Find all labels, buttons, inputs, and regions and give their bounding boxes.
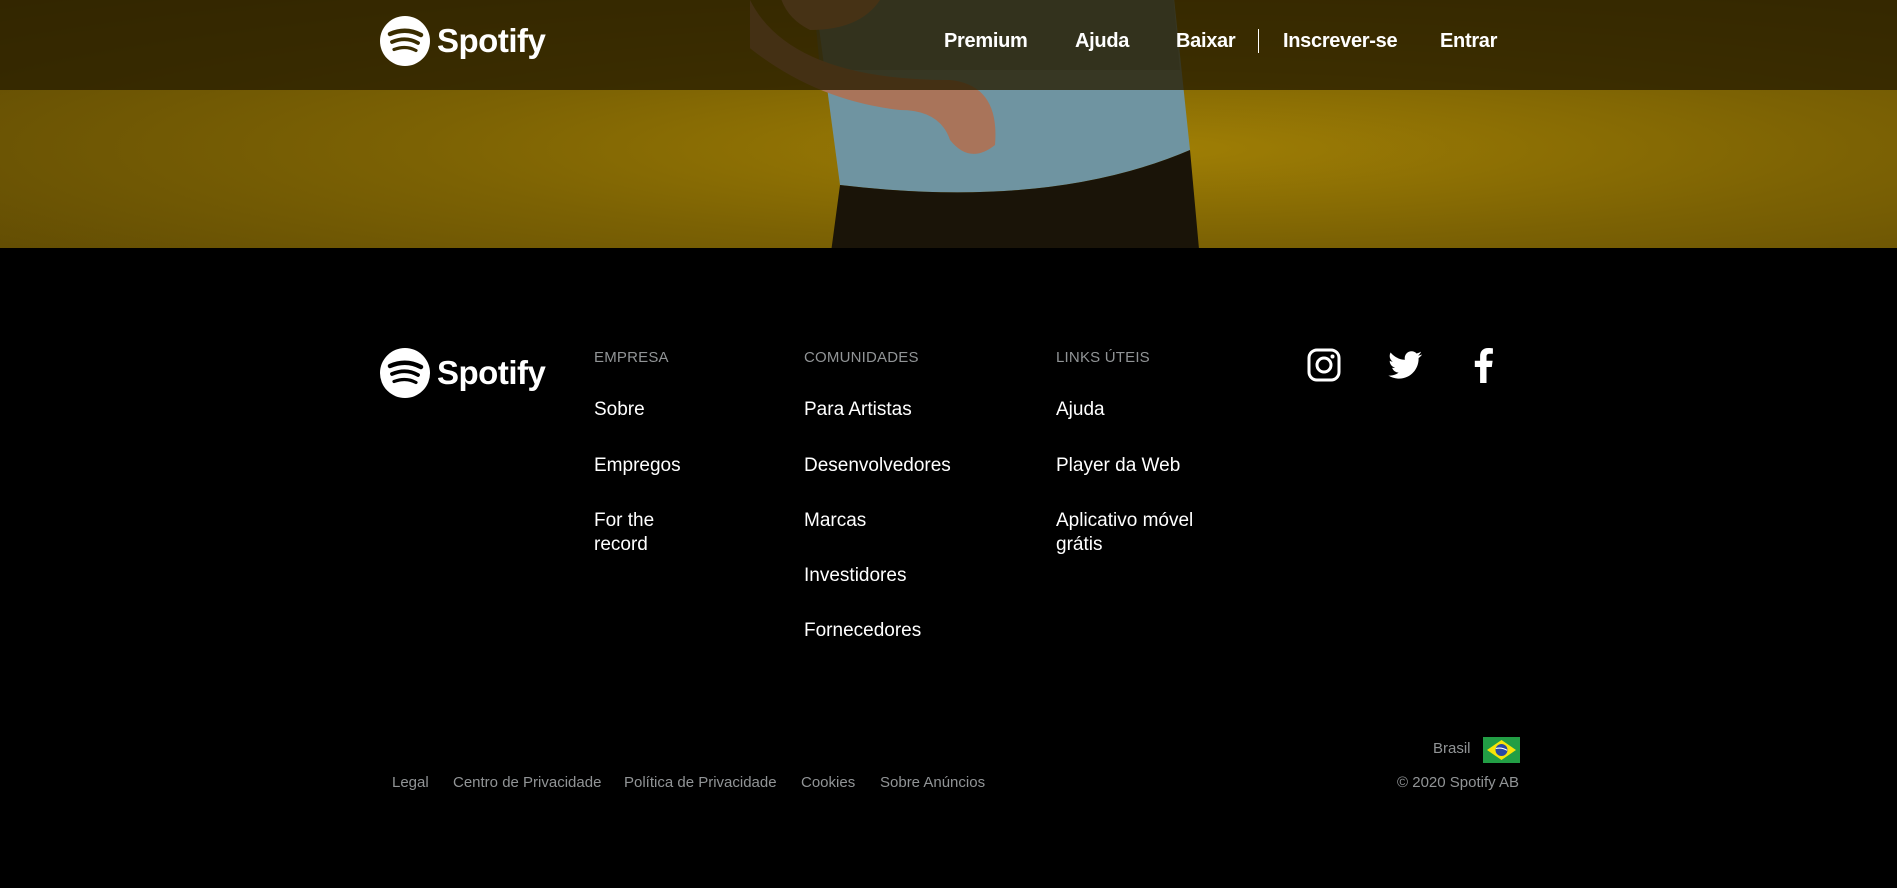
footer-link-developers[interactable]: Desenvolvedores [804, 454, 951, 478]
footer-link-brands[interactable]: Marcas [804, 509, 866, 533]
footer-link-mobile-app[interactable]: Aplicativo móvel grátis [1056, 509, 1226, 557]
footer-heading-useful-links: LINKS ÚTEIS [1056, 349, 1150, 366]
footer-link-about[interactable]: Sobre [594, 398, 645, 422]
footer-link-web-player[interactable]: Player da Web [1056, 454, 1180, 478]
spotify-wordmark: Spotify [437, 354, 546, 391]
copyright-text: © 2020 Spotify AB [1397, 774, 1519, 791]
brazil-flag-icon[interactable] [1483, 737, 1520, 763]
nav-login-link[interactable]: Entrar [1440, 28, 1497, 54]
nav-premium-link[interactable]: Premium [944, 28, 1028, 54]
privacy-policy-link[interactable]: Política de Privacidade [624, 774, 777, 791]
nav-help-link[interactable]: Ajuda [1075, 28, 1129, 54]
top-navigation: Spotify Premium Ajuda Baixar Inscrever-s… [0, 0, 1897, 90]
nav-download-link[interactable]: Baixar [1176, 28, 1236, 54]
footer-link-for-the-record[interactable]: For the record [594, 509, 704, 557]
country-label[interactable]: Brasil [1433, 740, 1471, 757]
footer-link-help[interactable]: Ajuda [1056, 398, 1105, 422]
footer-link-investors[interactable]: Investidores [804, 564, 906, 588]
footer-spotify-logo[interactable]: Spotify [379, 347, 546, 399]
privacy-center-link[interactable]: Centro de Privacidade [453, 774, 601, 791]
twitter-icon[interactable] [1386, 346, 1424, 384]
instagram-icon[interactable] [1305, 346, 1343, 384]
nav-signup-link[interactable]: Inscrever-se [1283, 28, 1398, 54]
nav-divider [1258, 29, 1259, 53]
footer-link-artists[interactable]: Para Artistas [804, 398, 912, 422]
footer-heading-company: EMPRESA [594, 349, 669, 366]
footer-link-jobs[interactable]: Empregos [594, 454, 681, 478]
cookies-link[interactable]: Cookies [801, 774, 855, 791]
legal-link[interactable]: Legal [392, 774, 429, 791]
footer-heading-communities: COMUNIDADES [804, 349, 919, 366]
footer-link-vendors[interactable]: Fornecedores [804, 619, 921, 643]
spotify-icon [380, 348, 430, 398]
facebook-icon[interactable] [1465, 346, 1503, 384]
about-ads-link[interactable]: Sobre Anúncios [880, 774, 985, 791]
